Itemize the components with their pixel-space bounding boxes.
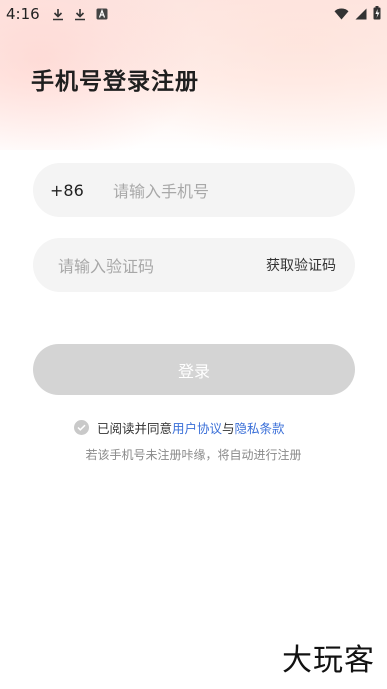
agreement-checkbox[interactable]: [74, 420, 89, 435]
download-icon: [74, 8, 86, 21]
status-right-icons: [334, 5, 381, 24]
status-time: 4:16: [6, 5, 40, 23]
user-agreement-link[interactable]: 用户协议: [172, 418, 222, 437]
signal-icon: [355, 5, 367, 24]
privacy-policy-link[interactable]: 隐私条款: [235, 418, 285, 437]
country-code-selector[interactable]: +86: [50, 181, 113, 200]
get-code-button[interactable]: 获取验证码: [266, 255, 336, 275]
checkmark-icon: [77, 424, 86, 431]
battery-charging-icon: [373, 5, 381, 24]
status-bar: 4:16: [0, 0, 387, 28]
agreement-conjunction: 与: [222, 421, 235, 436]
agreement-prefix: 已阅读并同意: [97, 421, 173, 436]
verification-code-input[interactable]: 请输入验证码: [58, 253, 154, 277]
download-icon: [52, 8, 64, 21]
agreement-row: 已阅读并同意 用户协议 与 隐私条款: [74, 418, 285, 437]
watermark-logo: 大玩客: [282, 643, 375, 678]
auto-register-hint: 若该手机号未注册咔缘，将自动进行注册: [85, 448, 302, 462]
phone-field[interactable]: +86 请输入手机号: [33, 163, 355, 217]
wifi-icon: [334, 5, 349, 24]
login-button[interactable]: 登录: [33, 344, 355, 395]
font-app-icon: [96, 8, 108, 20]
phone-input[interactable]: 请输入手机号: [113, 178, 209, 202]
page-title: 手机号登录注册: [31, 69, 199, 95]
verification-code-field[interactable]: 请输入验证码 获取验证码: [33, 238, 355, 292]
